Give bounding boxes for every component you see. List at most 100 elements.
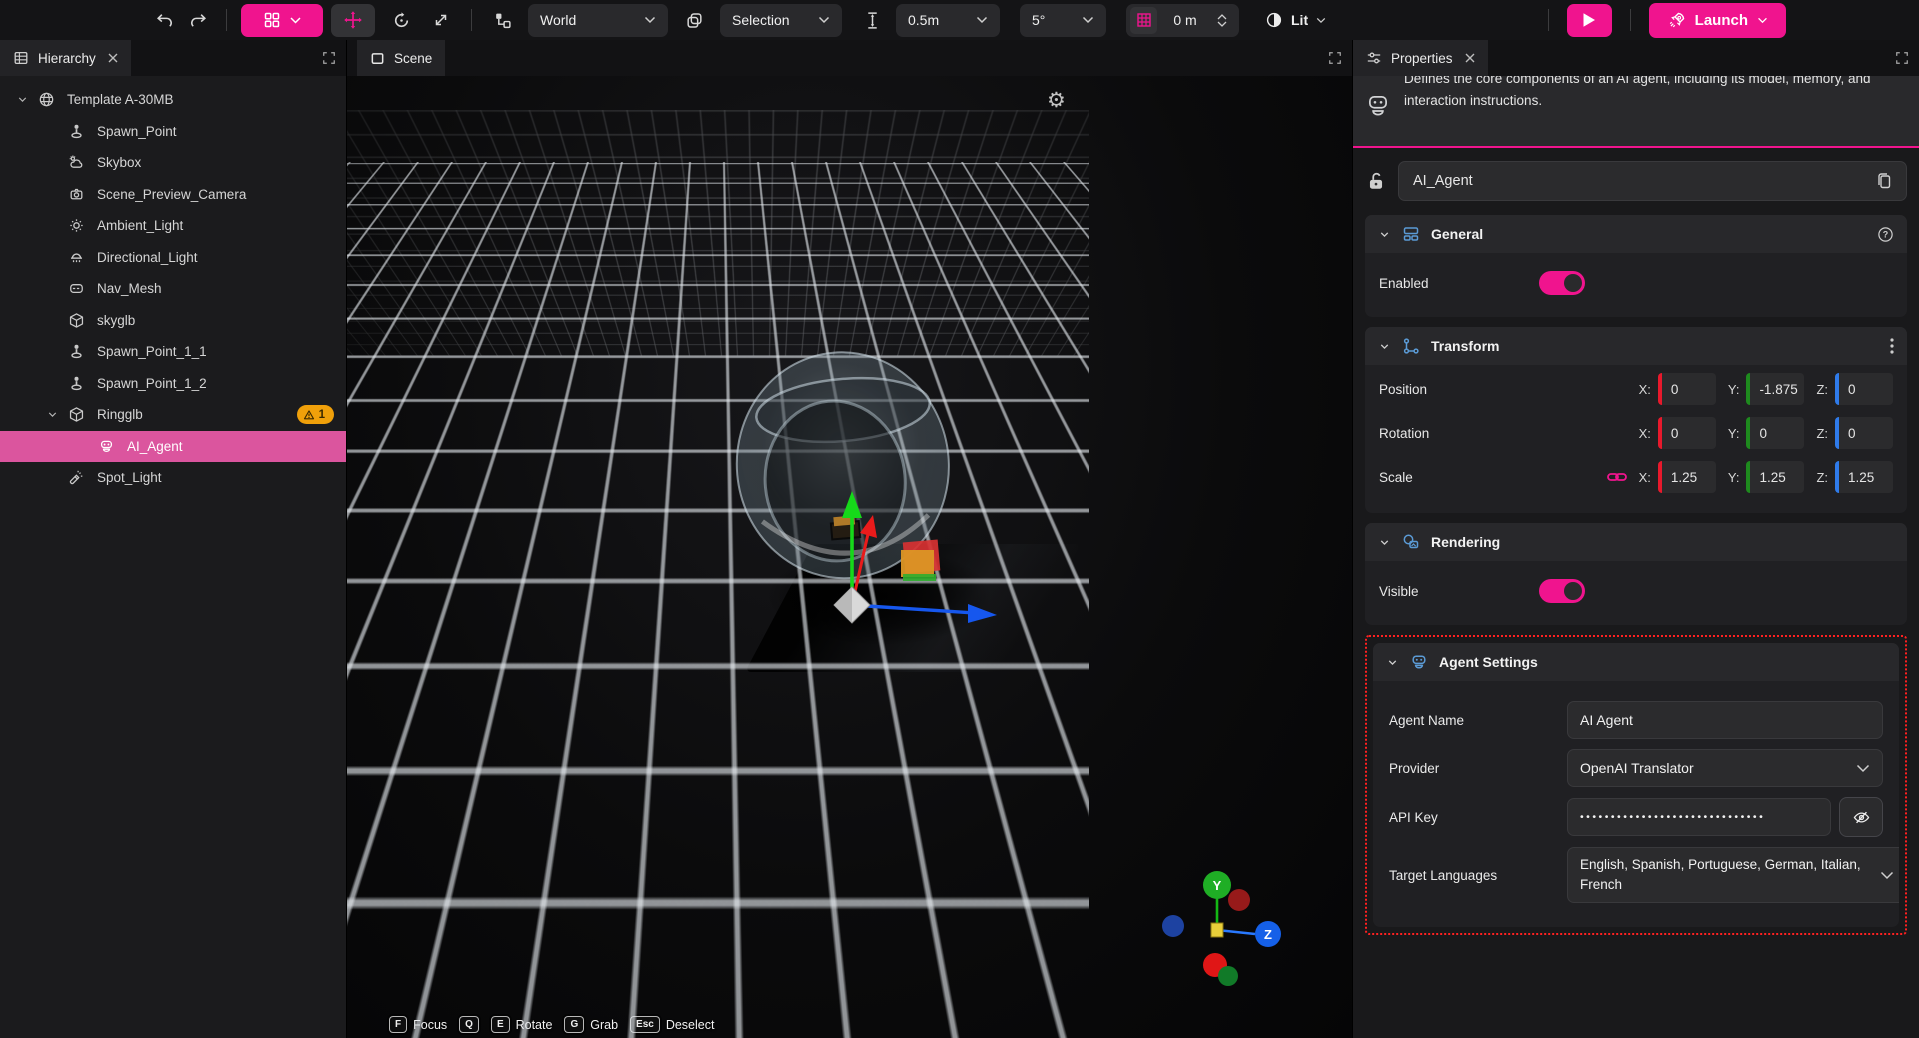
unlock-icon[interactable] bbox=[1365, 170, 1387, 192]
move-tool-button[interactable] bbox=[331, 4, 375, 37]
item-icon bbox=[68, 122, 86, 140]
warning-badge[interactable]: 1 bbox=[297, 405, 334, 424]
scale-tool-button[interactable] bbox=[427, 6, 455, 34]
move-snap-select[interactable]: 0.5m bbox=[896, 4, 1000, 37]
pivot-parent-icon[interactable] bbox=[488, 6, 516, 34]
section-rendering-header[interactable]: Rendering bbox=[1365, 523, 1907, 561]
chevron-down-icon bbox=[290, 17, 301, 24]
shortcut-hints: F Focus Q E Rotate bbox=[389, 1016, 714, 1033]
entity-name-field[interactable]: AI_Agent bbox=[1398, 161, 1907, 201]
grid-height-value: 0 m bbox=[1167, 12, 1203, 28]
rotate-snap-select[interactable]: 5° bbox=[1020, 4, 1106, 37]
api-key-input[interactable]: •••••••••••••••••••••••••••••• bbox=[1567, 798, 1831, 836]
target-languages-select[interactable]: English, Spanish, Portuguese, German, It… bbox=[1567, 847, 1899, 903]
kebab-menu-icon[interactable] bbox=[1890, 338, 1894, 354]
translate-gizmo[interactable] bbox=[717, 456, 1017, 716]
tree-item[interactable]: Directional_Light bbox=[0, 242, 346, 274]
axis-y-label: Y: bbox=[1728, 470, 1740, 485]
agent-settings-highlight: Agent Settings Agent Name AI Agent bbox=[1365, 635, 1907, 935]
orientation-gizmo[interactable]: Y Z bbox=[1153, 864, 1293, 1004]
shortcut-hint: E Rotate bbox=[491, 1016, 553, 1033]
position-x-input[interactable]: 0 bbox=[1658, 373, 1716, 405]
section-transform-header[interactable]: Transform bbox=[1365, 327, 1907, 365]
reveal-api-key-button[interactable] bbox=[1839, 797, 1883, 837]
close-icon[interactable] bbox=[1465, 53, 1475, 63]
tab-scene[interactable]: Scene bbox=[357, 40, 445, 76]
provider-select[interactable]: OpenAI Translator bbox=[1567, 749, 1883, 787]
item-label: Skybox bbox=[97, 155, 141, 170]
help-icon[interactable]: ? bbox=[1877, 226, 1894, 243]
section-transform-title: Transform bbox=[1431, 338, 1499, 354]
enabled-toggle[interactable] bbox=[1539, 271, 1585, 295]
chevron-down-icon[interactable] bbox=[46, 408, 68, 421]
chevron-down-icon[interactable] bbox=[1378, 340, 1391, 353]
agent-name-input[interactable]: AI Agent bbox=[1567, 701, 1883, 739]
item-label: Scene_Preview_Camera bbox=[97, 187, 246, 202]
copy-icon[interactable] bbox=[1876, 172, 1892, 190]
tree-item[interactable]: Spawn_Point bbox=[0, 116, 346, 148]
selection-mode-select[interactable]: Selection bbox=[720, 4, 842, 37]
toolbar-divider bbox=[226, 9, 227, 31]
tree-item[interactable]: Scene_Preview_Camera bbox=[0, 179, 346, 211]
section-agent-settings-header[interactable]: Agent Settings bbox=[1373, 643, 1899, 681]
undo-button[interactable] bbox=[150, 6, 178, 34]
gizmo-z-axis bbox=[852, 605, 975, 613]
chevron-down-icon bbox=[1880, 871, 1894, 880]
tree-item[interactable]: Spawn_Point_1_2 bbox=[0, 368, 346, 400]
scale-x-input[interactable]: 1.25 bbox=[1658, 461, 1716, 493]
position-label: Position bbox=[1379, 382, 1627, 397]
rocket-icon bbox=[1667, 11, 1686, 30]
play-button[interactable] bbox=[1567, 4, 1612, 37]
tree-item[interactable]: Spot_Light bbox=[0, 462, 346, 494]
position-y-input[interactable]: -1.875 bbox=[1746, 373, 1804, 405]
chevron-down-icon bbox=[1217, 21, 1227, 27]
shading-mode-select[interactable]: Lit bbox=[1259, 4, 1332, 37]
link-scale-icon[interactable] bbox=[1607, 470, 1627, 484]
tree-item[interactable]: Nav_Mesh bbox=[0, 273, 346, 305]
chevron-down-icon bbox=[1757, 17, 1768, 24]
overlap-squares-icon[interactable] bbox=[680, 6, 708, 34]
asset-library-button[interactable] bbox=[241, 4, 323, 37]
tree-item[interactable]: Template A-30MB bbox=[0, 84, 346, 116]
tree-item[interactable]: Skybox bbox=[0, 147, 346, 179]
height-stepper-arrows[interactable] bbox=[1217, 14, 1227, 27]
toolbar-divider bbox=[471, 9, 472, 31]
coordinate-space-select[interactable]: World bbox=[528, 4, 668, 37]
position-z-input[interactable]: 0 bbox=[1835, 373, 1893, 405]
tree-item[interactable]: skyglb bbox=[0, 305, 346, 337]
tree-item[interactable]: Ringglb 1 bbox=[0, 399, 346, 431]
viewport-3d[interactable]: Y Z ⚙ F Focus Q bbox=[347, 76, 1352, 1038]
play-icon bbox=[1582, 12, 1596, 28]
tab-properties[interactable]: Properties bbox=[1353, 40, 1488, 76]
tree-item[interactable]: Spawn_Point_1_1 bbox=[0, 336, 346, 368]
tree-item[interactable]: Ambient_Light bbox=[0, 210, 346, 242]
scale-y-input[interactable]: 1.25 bbox=[1746, 461, 1804, 493]
rotation-y-input[interactable]: 0 bbox=[1746, 417, 1804, 449]
launch-button[interactable]: Launch bbox=[1649, 3, 1786, 38]
properties-expand-icon[interactable] bbox=[1885, 40, 1919, 76]
grid-height-stepper[interactable]: 0 m bbox=[1126, 4, 1239, 37]
chevron-down-icon[interactable] bbox=[16, 93, 38, 106]
visible-toggle[interactable] bbox=[1539, 579, 1585, 603]
tab-hierarchy[interactable]: Hierarchy bbox=[0, 40, 131, 76]
chevron-down-icon[interactable] bbox=[1378, 536, 1391, 549]
hierarchy-expand-icon[interactable] bbox=[312, 40, 346, 76]
chevron-down-icon[interactable] bbox=[1386, 656, 1399, 669]
rotation-x-input[interactable]: 0 bbox=[1658, 417, 1716, 449]
redo-button[interactable] bbox=[184, 6, 212, 34]
axis-x-ball bbox=[1228, 889, 1250, 911]
tree-item[interactable]: AI_Agent bbox=[0, 431, 346, 463]
shortcut-label: Focus bbox=[413, 1018, 447, 1032]
move-snap-value: 0.5m bbox=[908, 12, 939, 28]
rotation-z-input[interactable]: 0 bbox=[1835, 417, 1893, 449]
close-icon[interactable] bbox=[108, 53, 118, 63]
height-measure-icon[interactable] bbox=[858, 6, 886, 34]
scale-z-input[interactable]: 1.25 bbox=[1835, 461, 1893, 493]
section-general-header[interactable]: General ? bbox=[1365, 215, 1907, 253]
grid-snap-icon[interactable] bbox=[1130, 7, 1157, 34]
chevron-down-icon[interactable] bbox=[1378, 228, 1391, 241]
lit-sphere-icon bbox=[1265, 11, 1283, 29]
scene-expand-icon[interactable] bbox=[1318, 40, 1352, 76]
rotate-tool-button[interactable] bbox=[387, 6, 415, 34]
viewport-settings-gear-icon[interactable]: ⚙ bbox=[1047, 88, 1066, 112]
